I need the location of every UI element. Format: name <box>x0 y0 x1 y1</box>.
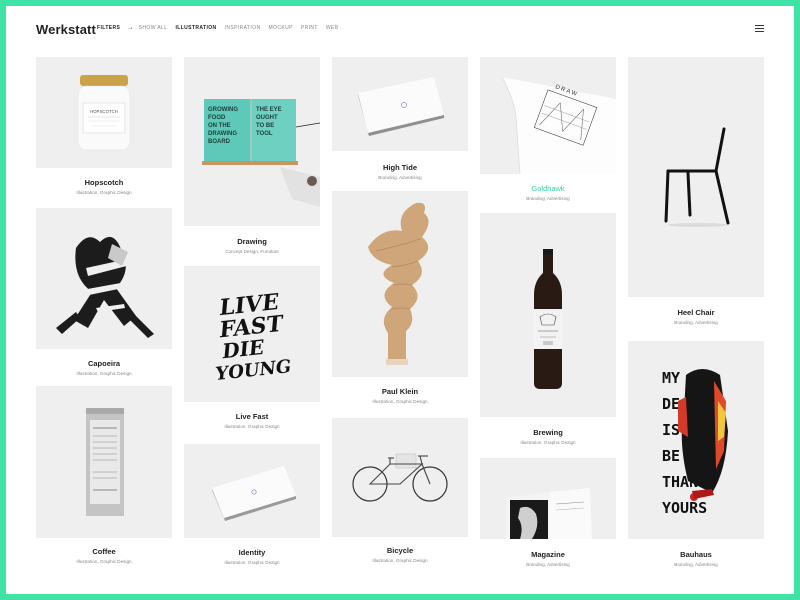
nav-web[interactable]: WEB <box>326 25 339 31</box>
project-title[interactable]: Capoeira <box>36 359 172 368</box>
site-logo[interactable]: Werkstatt <box>36 22 96 37</box>
project-categories: Illustration, Graphic Design <box>224 424 280 429</box>
filter-nav: FILTERS → SHOW ALL ILLUSTRATION INSPIRAT… <box>97 25 346 31</box>
project-title[interactable]: Bauhaus <box>628 550 764 559</box>
svg-text:BOARD: BOARD <box>208 139 231 145</box>
project-categories: Illustration, Graphic Design <box>224 560 280 565</box>
nav-print[interactable]: PRINT <box>301 25 318 31</box>
project-title[interactable]: Magazine <box>480 550 616 559</box>
project-categories: Illustration, Graphic Design <box>372 399 428 404</box>
project-thumbnail[interactable]: HOPSCOTCH <box>36 57 172 168</box>
svg-text:FOOD: FOOD <box>208 115 226 121</box>
project-title[interactable]: Live Fast <box>184 412 320 421</box>
project-categories: Branding, Advertising <box>674 562 718 567</box>
project-title[interactable]: High Tide <box>332 163 468 172</box>
project-categories: Illustration, Graphic Design <box>520 440 576 445</box>
project-thumbnail[interactable]: DRAW <box>480 57 616 174</box>
project-categories: Branding, Advertising <box>526 196 570 201</box>
project-title[interactable]: Bicycle <box>332 546 468 555</box>
project-thumbnail[interactable] <box>628 57 764 297</box>
project-title[interactable]: Identity <box>184 548 320 557</box>
svg-text:TO BE: TO BE <box>256 123 274 129</box>
project-categories: Branding, Advertising <box>526 562 570 567</box>
page: Werkstatt FILTERS → SHOW ALL ILLUSTRATIO… <box>6 6 794 594</box>
project-categories: Concept Design, Furniture <box>225 249 279 254</box>
project-thumbnail[interactable] <box>332 191 468 377</box>
project-categories: Branding, Advertising <box>674 320 718 325</box>
poster-line-6: YOURS <box>662 499 707 517</box>
svg-text:DRAWING: DRAWING <box>208 131 237 137</box>
jar-label: HOPSCOTCH <box>90 109 118 114</box>
project-thumbnail[interactable]: MY DE US IS BE ER THAN YOURS <box>628 341 764 539</box>
filters-label[interactable]: FILTERS <box>97 25 120 31</box>
arrow-right-icon: → <box>127 25 134 31</box>
project-title[interactable]: Drawing <box>184 237 320 246</box>
svg-text:ON THE: ON THE <box>208 123 231 129</box>
project-thumbnail[interactable] <box>332 57 468 151</box>
nav-illustration[interactable]: ILLUSTRATION <box>175 25 216 31</box>
project-categories: Illustration, Graphic Design <box>372 558 428 563</box>
project-categories: Illustration, Graphic Design <box>76 371 132 376</box>
project-title[interactable]: Hopscotch <box>36 178 172 187</box>
project-thumbnail[interactable] <box>480 458 616 539</box>
poster-line-1: MY <box>662 369 680 387</box>
project-title[interactable]: Paul Klein <box>332 387 468 396</box>
project-title[interactable]: Goldhawk <box>480 184 616 193</box>
project-title[interactable]: Heel Chair <box>628 308 764 317</box>
project-categories: Branding, Advertising <box>378 175 422 180</box>
project-thumbnail[interactable] <box>36 208 172 349</box>
project-title[interactable]: Coffee <box>36 547 172 556</box>
project-thumbnail[interactable] <box>184 444 320 538</box>
project-thumbnail[interactable] <box>332 418 468 537</box>
poster-line-3: IS <box>662 421 680 439</box>
svg-text:TOOL: TOOL <box>256 131 273 137</box>
project-thumbnail[interactable]: LIVE FAST DIE YOUNG <box>184 266 320 402</box>
svg-text:THE EYE: THE EYE <box>256 107 282 113</box>
project-categories: Illustration, Graphic Design <box>76 559 132 564</box>
project-title[interactable]: Brewing <box>480 428 616 437</box>
svg-text:OUGHT: OUGHT <box>256 115 278 121</box>
project-thumbnail[interactable]: GROWING FOOD ON THE DRAWING BOARD THE EY… <box>184 57 320 226</box>
nav-show-all[interactable]: SHOW ALL <box>139 25 168 31</box>
project-thumbnail[interactable] <box>480 213 616 417</box>
hamburger-menu-icon[interactable] <box>755 25 764 32</box>
svg-text:GROWING: GROWING <box>208 107 238 113</box>
project-thumbnail[interactable] <box>36 386 172 538</box>
project-categories: Illustration, Graphic Design <box>76 190 132 195</box>
nav-inspiration[interactable]: INSPIRATION <box>225 25 261 31</box>
nav-mockup[interactable]: MOCKUP <box>269 25 293 31</box>
